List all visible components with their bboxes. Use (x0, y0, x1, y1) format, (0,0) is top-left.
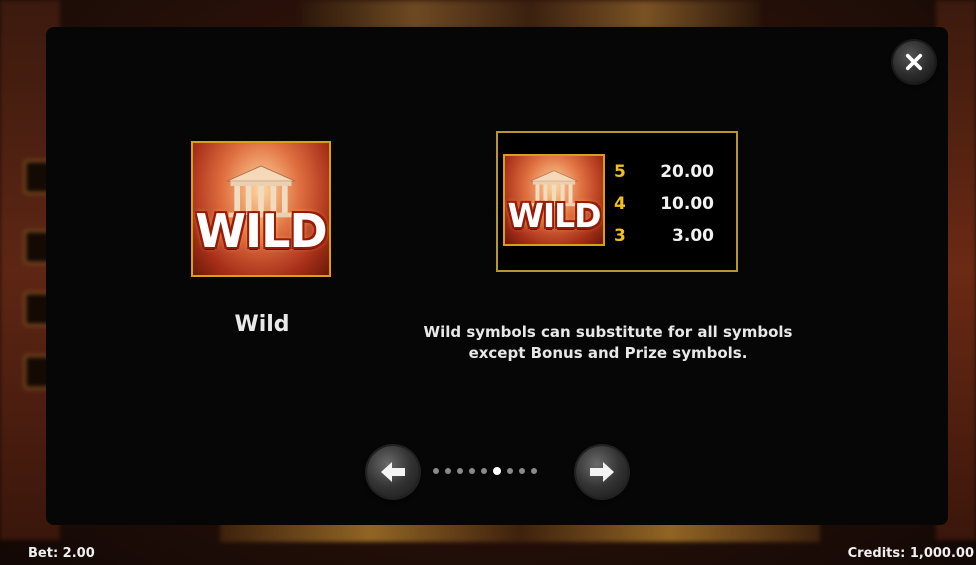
wild-symbol-thumbnail: WILD (503, 154, 605, 246)
payout-value: 10.00 (660, 194, 714, 214)
paytable-row: 5 20.00 (614, 162, 714, 188)
credits-display: Credits: 1,000.00 (847, 546, 974, 561)
arrow-right-icon (590, 462, 614, 482)
page-dot[interactable] (519, 468, 525, 474)
bet-display: Bet: 2.00 (28, 546, 95, 561)
page-dot[interactable] (531, 468, 537, 474)
wild-label: WILD (195, 203, 327, 258)
symbol-name: Wild (234, 312, 290, 337)
symbol-count: 3 (614, 226, 626, 246)
page-dot[interactable] (507, 468, 513, 474)
paytable-dialog (46, 27, 948, 525)
description-line: Wild symbols can substitute for all symb… (423, 323, 793, 341)
page-dot[interactable] (445, 468, 451, 474)
page-indicator (433, 466, 537, 476)
page-dot[interactable] (469, 468, 475, 474)
symbol-count: 4 (614, 194, 626, 214)
page-dot[interactable] (457, 468, 463, 474)
arrow-left-icon (381, 462, 405, 482)
payout-value: 3.00 (672, 226, 714, 246)
background-top (300, 0, 760, 30)
wild-label: WILD (507, 196, 601, 236)
paytable-row: 4 10.00 (614, 194, 714, 220)
paytable-row: 3 3.00 (614, 226, 714, 252)
description-line: except Bonus and Prize symbols. (468, 344, 748, 362)
page-dot[interactable] (433, 468, 439, 474)
payout-value: 20.00 (660, 162, 714, 182)
close-button[interactable] (893, 41, 935, 83)
next-page-button[interactable] (576, 446, 628, 498)
close-icon (905, 53, 923, 71)
previous-page-button[interactable] (367, 446, 419, 498)
page-dot-active[interactable] (493, 467, 501, 475)
wild-symbol-image: WILD (191, 141, 331, 277)
symbol-description: Wild symbols can substitute for all symb… (380, 322, 836, 364)
game-screen: WILD Wild 5 20.00 4 10.00 3 3.00 WILD Wi… (0, 0, 976, 565)
page-dot[interactable] (481, 468, 487, 474)
symbol-count: 5 (614, 162, 626, 182)
